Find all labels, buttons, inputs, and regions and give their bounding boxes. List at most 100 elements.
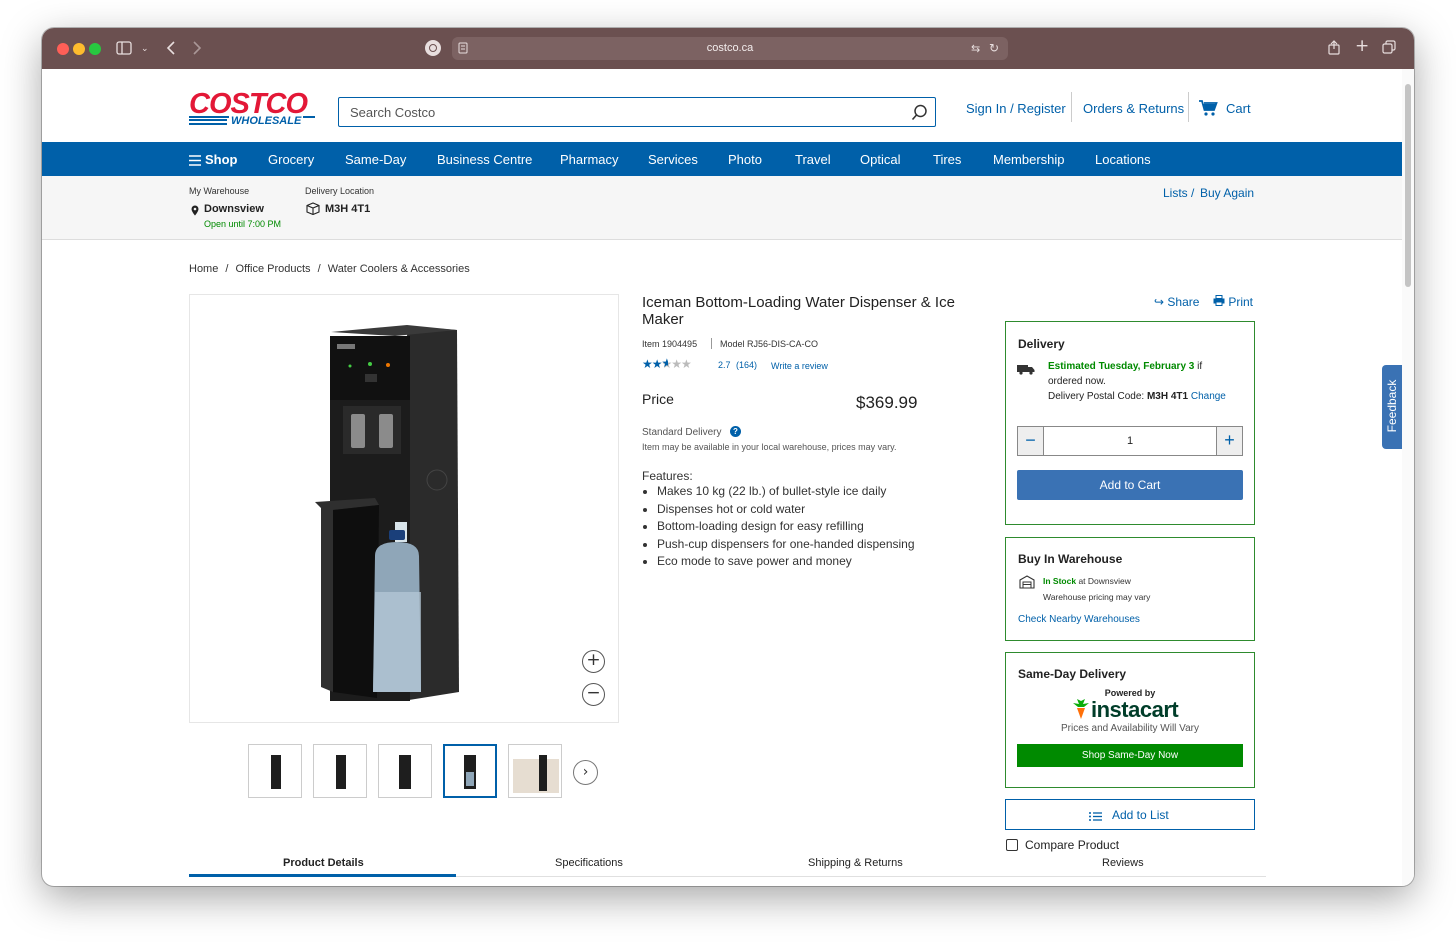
nav-same-day[interactable]: Same-Day — [345, 152, 406, 167]
search-input[interactable]: Search Costco — [338, 97, 936, 127]
tab-underline — [456, 876, 1266, 877]
price-value: $369.99 — [856, 393, 918, 412]
lists-link[interactable]: Lists / — [1163, 186, 1194, 200]
nav-pharmacy[interactable]: Pharmacy — [560, 152, 619, 167]
compare-label[interactable]: Compare Product — [1025, 838, 1119, 852]
back-icon[interactable] — [166, 41, 176, 58]
tabs-overview-icon[interactable] — [1382, 40, 1396, 57]
thumbnail-1[interactable] — [248, 744, 302, 798]
same-day-panel: Same-Day Delivery Powered by instacart P… — [1005, 652, 1255, 788]
delivery-panel: Delivery Estimated Tuesday, February 3 i… — [1005, 321, 1255, 525]
standard-delivery-label: Standard Delivery — [642, 427, 722, 438]
print-label: Print — [1228, 295, 1254, 309]
cart-icon[interactable] — [1199, 100, 1218, 121]
sign-in-link[interactable]: Sign In / Register — [966, 101, 1066, 116]
nav-membership[interactable]: Membership — [993, 152, 1065, 167]
add-to-cart-button[interactable]: Add to Cart — [1017, 470, 1243, 500]
tab-shipping-returns[interactable]: Shipping & Returns — [808, 857, 903, 869]
warehouse-label: My Warehouse — [189, 186, 250, 196]
extension-icon[interactable] — [425, 40, 441, 56]
decrease-quantity-button[interactable]: − — [1018, 427, 1044, 455]
zoom-in-button[interactable]: + — [582, 650, 605, 673]
help-icon[interactable]: ? — [730, 426, 741, 437]
browser-window: ⌄ costco.ca ⇆ ↻ + COSTCO WHOLESALE Searc… — [42, 28, 1414, 886]
costco-logo[interactable]: COSTCO WHOLESALE — [189, 89, 319, 129]
site-header: COSTCO WHOLESALE Search Costco Sign In /… — [42, 69, 1402, 142]
cart-link[interactable]: Cart — [1226, 101, 1251, 116]
print-button[interactable]: Print — [1213, 295, 1253, 309]
availability-note: Item may be available in your local ware… — [642, 442, 897, 452]
new-tab-icon[interactable]: + — [1355, 38, 1369, 55]
review-count[interactable]: (164) — [736, 360, 757, 370]
nav-tires[interactable]: Tires — [933, 152, 961, 167]
delivery-title: Delivery — [1018, 337, 1065, 351]
share-browser-icon[interactable] — [1328, 40, 1340, 58]
chevron-right-icon[interactable]: › — [573, 760, 598, 785]
translate-icon[interactable]: ⇆ — [971, 42, 980, 56]
nav-photo[interactable]: Photo — [728, 152, 762, 167]
address-bar[interactable]: costco.ca ⇆ ↻ — [452, 37, 1008, 60]
reload-icon[interactable]: ↻ — [989, 41, 999, 55]
warehouse-panel: Buy In Warehouse In Stock at Downsview W… — [1005, 537, 1255, 641]
close-window-button[interactable] — [57, 43, 69, 55]
breadcrumb-water-coolers[interactable]: Water Coolers & Accessories — [328, 263, 470, 275]
nav-optical[interactable]: Optical — [860, 152, 900, 167]
feature-item: Bottom-loading design for easy refilling — [657, 518, 915, 536]
minimize-window-button[interactable] — [73, 43, 85, 55]
location-bar: My Warehouse Downsview Open until 7:00 P… — [42, 176, 1402, 240]
thumbnail-4[interactable] — [443, 744, 497, 798]
write-review-link[interactable]: Write a review — [771, 361, 828, 371]
nav-business-centre[interactable]: Business Centre — [437, 152, 532, 167]
model-number: Model RJ56-DIS-CA-CO — [720, 339, 819, 349]
sidebar-icon[interactable] — [116, 41, 132, 58]
features-label: Features: — [642, 469, 693, 483]
maximize-window-button[interactable] — [89, 43, 101, 55]
nav-shop[interactable]: Shop — [205, 152, 238, 167]
scrollbar-track[interactable] — [1402, 69, 1414, 886]
main-nav: Shop Grocery Same-Day Business Centre Ph… — [42, 142, 1402, 176]
nav-locations[interactable]: Locations — [1095, 152, 1151, 167]
zoom-out-button[interactable]: − — [582, 683, 605, 706]
chevron-down-icon[interactable]: ⌄ — [141, 42, 149, 56]
hamburger-icon[interactable] — [189, 153, 201, 171]
tab-specifications[interactable]: Specifications — [555, 857, 623, 869]
change-postal-link[interactable]: Change — [1191, 391, 1226, 402]
feedback-tab[interactable]: Feedback — [1382, 365, 1402, 449]
product-title: Iceman Bottom-Loading Water Dispenser & … — [642, 294, 955, 328]
increase-quantity-button[interactable]: + — [1216, 427, 1242, 455]
nav-travel[interactable]: Travel — [795, 152, 831, 167]
scrollbar-thumb[interactable] — [1405, 84, 1411, 287]
search-icon[interactable] — [911, 104, 928, 126]
delivery-postal-code[interactable]: M3H 4T1 — [325, 203, 370, 215]
feature-item: Makes 10 kg (22 lb.) of bullet-style ice… — [657, 483, 915, 501]
thumbnail-3[interactable] — [378, 744, 432, 798]
star-rating[interactable]: ★★★ ★ ★★ — [642, 357, 692, 370]
rating-value[interactable]: 2.7 — [718, 360, 731, 370]
quantity-stepper[interactable]: − 1 + — [1017, 426, 1243, 456]
warehouse-name[interactable]: Downsview — [204, 203, 264, 215]
tab-product-details[interactable]: Product Details — [283, 857, 364, 869]
breadcrumb-office-products[interactable]: Office Products — [236, 263, 311, 275]
water-dispenser-image — [315, 325, 459, 701]
divider — [1071, 92, 1072, 122]
nav-grocery[interactable]: Grocery — [268, 152, 314, 167]
breadcrumb-home[interactable]: Home — [189, 263, 218, 275]
shop-same-day-button[interactable]: Shop Same-Day Now — [1017, 744, 1243, 767]
add-to-list-label: Add to List — [1112, 808, 1169, 822]
thumbnail-2[interactable] — [313, 744, 367, 798]
quantity-input[interactable]: 1 — [1044, 435, 1216, 447]
tab-reviews[interactable]: Reviews — [1102, 857, 1144, 869]
share-button[interactable]: ↪ Share — [1154, 295, 1199, 309]
forward-icon[interactable] — [192, 41, 202, 58]
warehouse-title: Buy In Warehouse — [1018, 552, 1123, 566]
add-to-list-button[interactable]: Add to List — [1005, 799, 1255, 830]
compare-checkbox[interactable] — [1006, 839, 1018, 851]
buy-again-link[interactable]: Buy Again — [1200, 186, 1254, 200]
thumbnail-5[interactable] — [508, 744, 562, 798]
nav-services[interactable]: Services — [648, 152, 698, 167]
product-image-viewer[interactable]: + − — [189, 294, 619, 723]
orders-link[interactable]: Orders & Returns — [1083, 101, 1184, 116]
feature-item: Eco mode to save power and money — [657, 553, 915, 571]
same-day-title: Same-Day Delivery — [1018, 667, 1127, 681]
check-nearby-link[interactable]: Check Nearby Warehouses — [1018, 614, 1140, 625]
